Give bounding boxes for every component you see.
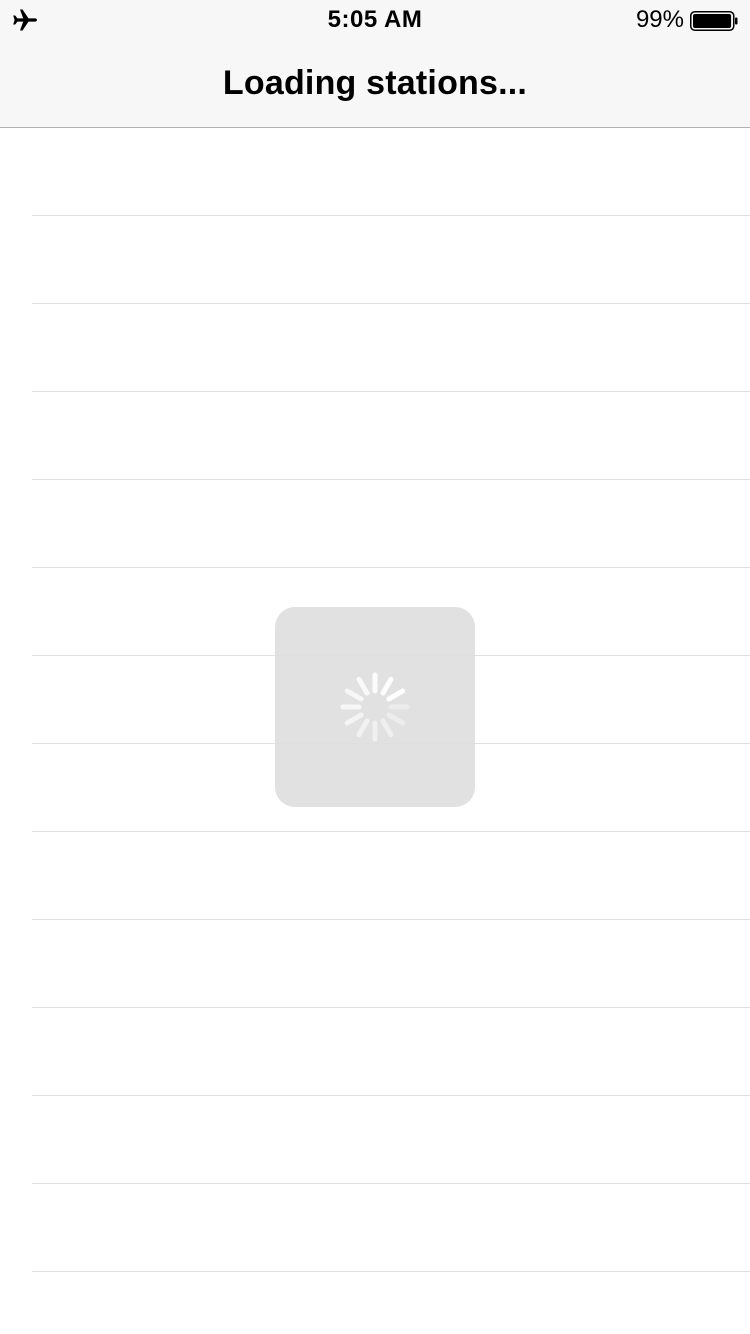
table-row[interactable] — [0, 832, 750, 920]
table-row[interactable] — [0, 128, 750, 216]
page-title: Loading stations... — [222, 64, 528, 102]
loading-hud — [275, 607, 475, 807]
status-bar: 5:05 AM 99% — [0, 0, 750, 40]
spinner-spoke — [386, 688, 406, 702]
spinner-spoke — [356, 718, 370, 738]
spinner-spoke — [356, 676, 370, 696]
table-row[interactable] — [0, 1184, 750, 1272]
table-row[interactable] — [0, 1096, 750, 1184]
spinner-spoke — [344, 712, 364, 726]
screen: 5:05 AM 99% Loading stations... — [0, 0, 750, 1334]
table-row[interactable] — [0, 1272, 750, 1334]
battery-icon — [690, 11, 738, 31]
table-row[interactable] — [0, 920, 750, 1008]
table-row[interactable] — [0, 1008, 750, 1096]
spinner-spoke — [380, 676, 394, 696]
table-row[interactable] — [0, 304, 750, 392]
table-row[interactable] — [0, 216, 750, 304]
table-row[interactable] — [0, 392, 750, 480]
spinner-spoke — [344, 688, 364, 702]
navigation-bar: 5:05 AM 99% Loading stations... — [0, 0, 750, 128]
activity-spinner-icon — [340, 672, 410, 742]
spinner-spoke — [380, 718, 394, 738]
table-row[interactable] — [0, 480, 750, 568]
battery-fill — [693, 14, 732, 28]
battery-percent: 99% — [635, 6, 684, 33]
spinner-spoke — [386, 712, 406, 726]
